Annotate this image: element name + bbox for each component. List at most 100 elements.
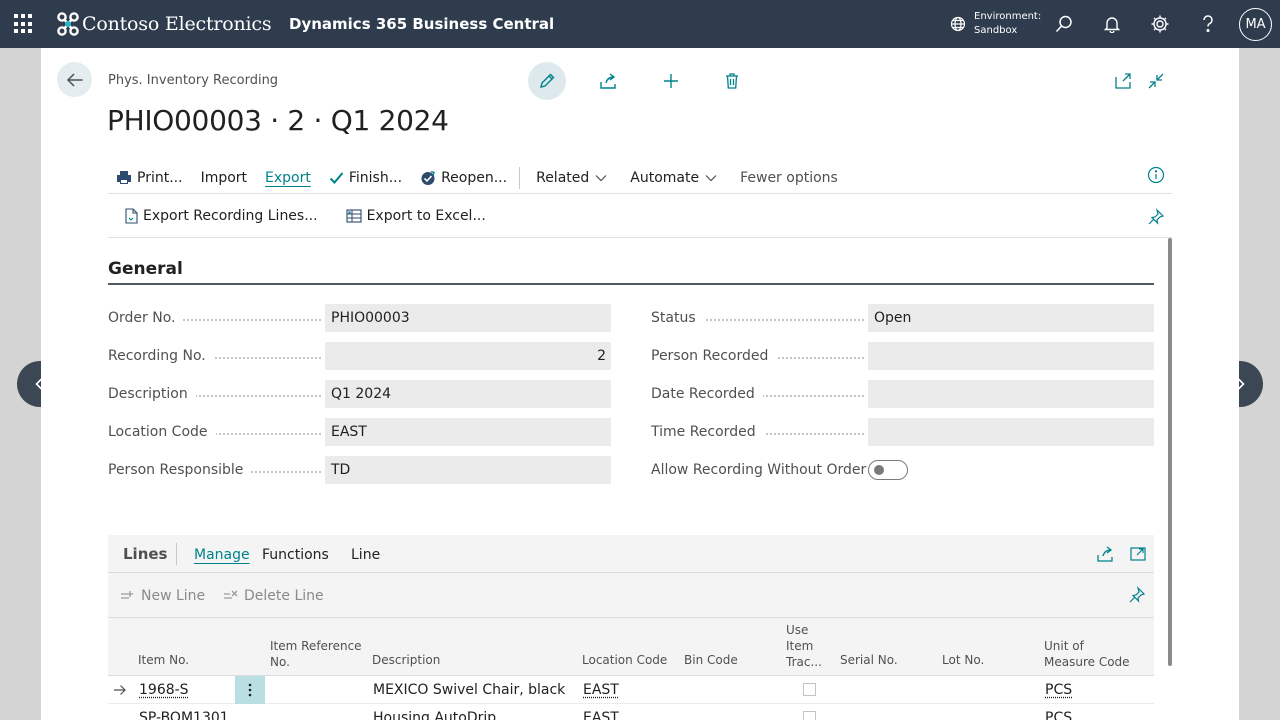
recording-no-field: Recording No. 2 <box>108 342 611 370</box>
export-recording-lines-label: Export Recording Lines... <box>143 208 318 224</box>
status-value[interactable]: Open <box>868 304 1154 332</box>
date-recorded-label: Date Recorded <box>651 386 763 402</box>
printer-icon <box>116 170 132 185</box>
export-action[interactable]: Export <box>265 170 311 186</box>
settings-gear-icon[interactable] <box>1148 12 1172 36</box>
back-button[interactable] <box>57 62 92 97</box>
print-action[interactable]: Print... <box>116 170 183 186</box>
table-row[interactable]: SP-BOM1301 Housing AutoDrip EAST PCS <box>108 704 1154 720</box>
delete-record-button[interactable] <box>713 62 751 100</box>
pin-action-bar-icon[interactable] <box>1147 208 1165 230</box>
action-separator <box>519 167 520 189</box>
edit-button[interactable] <box>528 62 566 100</box>
location-code-cell[interactable]: EAST <box>583 682 619 698</box>
finish-action[interactable]: Finish... <box>329 170 402 186</box>
trash-icon <box>724 72 740 90</box>
collapse-arrows-icon <box>1147 72 1165 90</box>
description-cell[interactable]: Housing AutoDrip <box>373 710 496 720</box>
collapse-button[interactable] <box>1137 62 1175 100</box>
environment-indicator[interactable]: Environment: Sandbox <box>950 10 1041 38</box>
reopen-action[interactable]: Reopen... <box>420 170 507 186</box>
search-icon[interactable] <box>1052 12 1076 36</box>
tab-manage[interactable]: Manage <box>194 547 250 563</box>
order-no-field: Order No. PHIO00003 <box>108 304 611 332</box>
person-responsible-value[interactable]: TD <box>325 456 611 484</box>
person-recorded-label: Person Recorded <box>651 348 776 364</box>
expand-lines-icon[interactable] <box>1129 545 1147 567</box>
person-recorded-value[interactable] <box>868 342 1154 370</box>
new-record-button[interactable] <box>652 62 690 100</box>
col-serial-no[interactable]: Serial No. <box>840 652 898 668</box>
col-description[interactable]: Description <box>372 652 440 668</box>
description-value[interactable]: Q1 2024 <box>325 380 611 408</box>
plus-icon <box>662 72 680 90</box>
page-title: PHIO00003 · 2 · Q1 2024 <box>107 104 449 137</box>
info-icon[interactable] <box>1147 166 1165 188</box>
col-location-code[interactable]: Location Code <box>582 652 667 668</box>
export-to-excel-action[interactable]: Export to Excel... <box>346 208 486 224</box>
status-label: Status <box>651 310 704 326</box>
delete-line-action[interactable]: Delete Line <box>223 588 324 604</box>
col-lot-no[interactable]: Lot No. <box>942 652 984 668</box>
col-unit-of-measure[interactable]: Unit of Measure Code <box>1044 638 1130 670</box>
item-no-cell[interactable]: 1968-S <box>139 682 189 698</box>
time-recorded-label: Time Recorded <box>651 424 764 440</box>
general-section-title[interactable]: General <box>108 259 183 279</box>
automate-menu[interactable]: Automate <box>630 170 722 186</box>
col-unit-of-measure-line1: Unit of <box>1044 638 1130 654</box>
recording-no-value[interactable]: 2 <box>325 342 611 370</box>
new-line-icon <box>120 589 136 603</box>
row-actions-button[interactable] <box>235 676 265 704</box>
col-item-no[interactable]: Item No. <box>138 652 189 668</box>
new-line-action[interactable]: New Line <box>120 588 205 604</box>
reopen-label: Reopen... <box>441 170 507 186</box>
location-code-cell[interactable]: EAST <box>583 710 619 720</box>
import-action[interactable]: Import <box>201 170 247 186</box>
date-recorded-field: Date Recorded <box>651 380 1154 408</box>
use-item-tracking-checkbox[interactable] <box>803 711 816 720</box>
unit-of-measure-cell[interactable]: PCS <box>1045 710 1072 720</box>
document-export-icon <box>124 208 138 224</box>
pencil-icon <box>538 72 556 90</box>
col-bin-code[interactable]: Bin Code <box>684 652 738 668</box>
chevron-down-icon <box>705 174 717 182</box>
user-avatar[interactable]: MA <box>1239 8 1272 41</box>
col-unit-of-measure-line2: Measure Code <box>1044 654 1130 670</box>
person-responsible-label: Person Responsible <box>108 462 251 478</box>
chevron-down-icon <box>595 174 607 182</box>
card-page: Phys. Inventory Recording PHIO00003 · 2 … <box>41 48 1239 720</box>
table-row[interactable]: 1968-S MEXICO Swivel Chair, black EAST P… <box>108 676 1154 704</box>
fewer-options-toggle[interactable]: Fewer options <box>740 170 838 186</box>
export-to-excel-label: Export to Excel... <box>367 208 486 224</box>
app-launcher-icon[interactable] <box>14 14 34 34</box>
col-use-item-tracking[interactable]: Use Item Trac... <box>786 622 822 670</box>
tab-functions[interactable]: Functions <box>262 547 329 563</box>
date-recorded-value[interactable] <box>868 380 1154 408</box>
time-recorded-value[interactable] <box>868 418 1154 446</box>
location-code-value[interactable]: EAST <box>325 418 611 446</box>
use-item-tracking-checkbox[interactable] <box>803 683 816 696</box>
finish-label: Finish... <box>349 170 402 186</box>
tab-line[interactable]: Line <box>351 547 380 563</box>
time-recorded-field: Time Recorded <box>651 418 1154 446</box>
allow-recording-without-order-label: Allow Recording Without Order <box>651 462 868 478</box>
notifications-bell-icon[interactable] <box>1100 12 1124 36</box>
lines-title[interactable]: Lines <box>123 545 167 563</box>
related-menu[interactable]: Related <box>536 170 612 186</box>
share-button[interactable] <box>589 62 627 100</box>
page-scrollbar[interactable] <box>1168 238 1172 666</box>
share-lines-icon[interactable] <box>1096 545 1114 567</box>
allow-recording-without-order-toggle[interactable] <box>868 460 908 480</box>
action-bar: Print... Import Export Finish... Reopen.… <box>108 162 1172 194</box>
checkmark-icon <box>329 171 344 185</box>
description-field: Description Q1 2024 <box>108 380 611 408</box>
export-recording-lines-action[interactable]: Export Recording Lines... <box>124 208 318 224</box>
unit-of-measure-cell[interactable]: PCS <box>1045 682 1072 698</box>
pin-lines-action-bar-icon[interactable] <box>1128 586 1146 608</box>
help-question-icon[interactable] <box>1196 12 1220 36</box>
col-item-reference[interactable]: Item Reference No. <box>270 638 362 670</box>
item-no-cell[interactable]: SP-BOM1301 <box>139 710 229 720</box>
order-no-value[interactable]: PHIO00003 <box>325 304 611 332</box>
description-cell[interactable]: MEXICO Swivel Chair, black <box>373 682 565 698</box>
brand-logo[interactable]: Contoso Electronics <box>56 11 271 37</box>
